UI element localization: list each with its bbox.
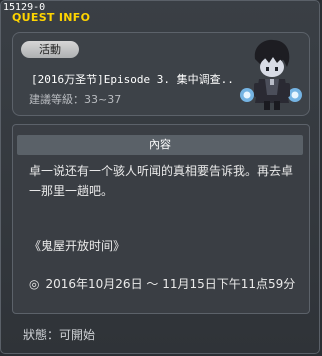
quest-info-window: 15129-0 QUEST INFO 活動 [2016万圣节]Episode 3… (0, 0, 320, 354)
window-title: QUEST INFO (12, 11, 91, 24)
quest-summary-panel: 活動 [2016万圣节]Episode 3. 集中调查.. 建議等級：33~37 (12, 32, 310, 116)
event-period-text: 2016年10月26日 ～ 11月15日下午11点59分 (45, 277, 296, 291)
quest-description: 卓一说还有一个骇人听闻的真相要告诉我。再去卓一那里一趟吧。 (29, 164, 294, 198)
quest-content-panel: 內容 卓一说还有一个骇人听闻的真相要告诉我。再去卓一那里一趟吧。 《鬼屋开放时间… (12, 124, 310, 314)
quest-status: 狀態：可開始 (23, 328, 96, 342)
quest-title: [2016万圣节]Episode 3. 集中调查.. (31, 73, 234, 86)
content-header: 內容 (17, 135, 303, 155)
quest-category-badge: 活動 (21, 41, 79, 58)
clock-icon: ◎ (29, 277, 40, 291)
event-title: 《鬼屋开放时间》 (29, 239, 126, 253)
quest-recommended-level: 建議等級：33~37 (29, 93, 122, 106)
vampire-npc-icon (240, 39, 302, 110)
event-period: ◎ 2016年10月26日 ～ 11月15日下午11点59分 (29, 275, 295, 292)
